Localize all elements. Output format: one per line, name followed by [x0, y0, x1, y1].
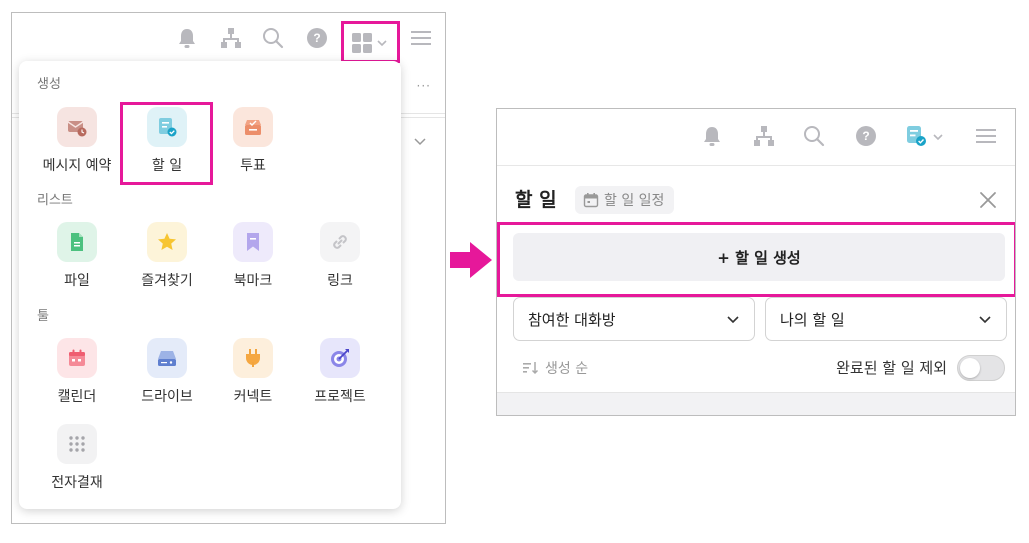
org-chart-icon[interactable]	[753, 125, 775, 147]
calendar-icon	[57, 338, 97, 378]
section-title-list: 리스트	[37, 193, 73, 208]
active-app-toggle[interactable]	[905, 125, 949, 147]
help-icon[interactable]: ?	[306, 27, 328, 49]
toggle-knob	[960, 358, 980, 378]
section-title-create: 생성	[37, 77, 61, 92]
app-label: 파일	[64, 273, 90, 289]
search-icon[interactable]	[803, 125, 825, 147]
room-filter-select[interactable]: 참여한 대화방	[513, 297, 755, 341]
todo-list-area	[497, 392, 1015, 415]
search-icon[interactable]	[262, 27, 284, 49]
todo-icon	[907, 126, 926, 146]
help-icon[interactable]: ?	[855, 125, 877, 147]
app-e-approval[interactable]: 전자결재	[37, 424, 117, 494]
app-label: 투표	[240, 158, 266, 174]
app-drive[interactable]: 드라이브	[127, 338, 207, 408]
hamburger-menu-icon[interactable]	[975, 125, 997, 147]
chevron-down-icon[interactable]	[413, 134, 427, 148]
app-label: 링크	[327, 273, 353, 289]
apps-grid-icon	[352, 33, 372, 53]
app-favorites[interactable]: 즐겨찾기	[127, 222, 207, 292]
file-icon	[57, 222, 97, 262]
app-files[interactable]: 파일	[37, 222, 117, 292]
app-calendar[interactable]: 캘린더	[37, 338, 117, 408]
star-icon	[147, 222, 187, 262]
app-label: 전자결재	[51, 475, 103, 491]
more-options-icon[interactable]: ···	[417, 79, 431, 93]
app-label: 드라이브	[141, 389, 193, 405]
app-poll[interactable]: 투표	[213, 107, 293, 177]
owner-filter-select[interactable]: 나의 할 일	[765, 297, 1007, 341]
apps-menu-toggle[interactable]	[341, 21, 400, 63]
create-todo-label: + 할 일 생성	[717, 248, 801, 267]
exclude-completed-label: 완료된 할 일 제외	[836, 359, 947, 377]
plug-icon	[233, 338, 273, 378]
sort-icon	[523, 362, 539, 375]
app-projects[interactable]: 프로젝트	[300, 338, 380, 408]
owner-filter-value: 나의 할 일	[780, 310, 845, 329]
drive-icon	[147, 338, 187, 378]
app-label: 프로젝트	[314, 389, 366, 405]
exclude-completed-toggle[interactable]	[957, 355, 1005, 381]
arrow-right-icon	[450, 242, 492, 278]
schedule-chip-label: 할 일 일정	[604, 193, 665, 209]
apps-dropdown-menu: 생성 메시지 예약 할 일 투표 리스트 파일 즐겨찾기 북마크 링크 툴 캘린…	[19, 61, 401, 509]
sort-button[interactable]: 생성 순	[523, 358, 588, 378]
todo-schedule-button[interactable]: 할 일 일정	[575, 186, 675, 214]
left-screenshot: ? ··· 생성 메시지 예약 할 일 투표 리스트 파일 즐겨찾기 북마크 링…	[11, 12, 446, 524]
dots-grid-icon	[57, 424, 97, 464]
todo-highlight-box	[120, 102, 213, 185]
app-links[interactable]: 링크	[300, 222, 380, 292]
hamburger-menu-icon[interactable]	[410, 27, 432, 49]
section-title-tools: 툴	[37, 309, 49, 324]
calendar-icon	[583, 193, 599, 208]
right-screenshot: ? 할 일 할 일 일정 + 할 일 생성 참여한 대화방 나의 할 일 생성 …	[496, 108, 1016, 416]
app-label: 커넥트	[233, 389, 273, 405]
chevron-down-icon	[979, 316, 991, 324]
app-label: 캘린더	[57, 389, 97, 405]
chevron-down-icon	[933, 134, 943, 141]
poll-icon	[233, 107, 273, 147]
target-icon	[320, 338, 360, 378]
bell-icon[interactable]	[701, 125, 723, 147]
chevron-down-icon	[727, 316, 739, 324]
scheduled-message-icon	[57, 107, 97, 147]
app-connect[interactable]: 커넥트	[213, 338, 293, 408]
app-label: 즐겨찾기	[141, 273, 193, 289]
bell-icon[interactable]	[176, 27, 198, 49]
divider	[497, 165, 1015, 166]
bookmark-icon	[233, 222, 273, 262]
svg-text:?: ?	[862, 129, 869, 143]
link-icon	[320, 222, 360, 262]
app-scheduled-message[interactable]: 메시지 예약	[37, 107, 117, 177]
chevron-down-icon	[377, 40, 387, 47]
close-icon[interactable]	[979, 191, 997, 209]
sort-label: 생성 순	[545, 361, 589, 377]
room-filter-value: 참여한 대화방	[528, 310, 616, 329]
svg-text:?: ?	[313, 31, 320, 45]
app-bookmarks[interactable]: 북마크	[213, 222, 293, 292]
panel-title: 할 일	[515, 189, 557, 211]
create-todo-button[interactable]: + 할 일 생성	[513, 233, 1005, 281]
app-label: 메시지 예약	[42, 158, 112, 174]
org-chart-icon[interactable]	[220, 27, 242, 49]
app-label: 북마크	[233, 273, 273, 289]
